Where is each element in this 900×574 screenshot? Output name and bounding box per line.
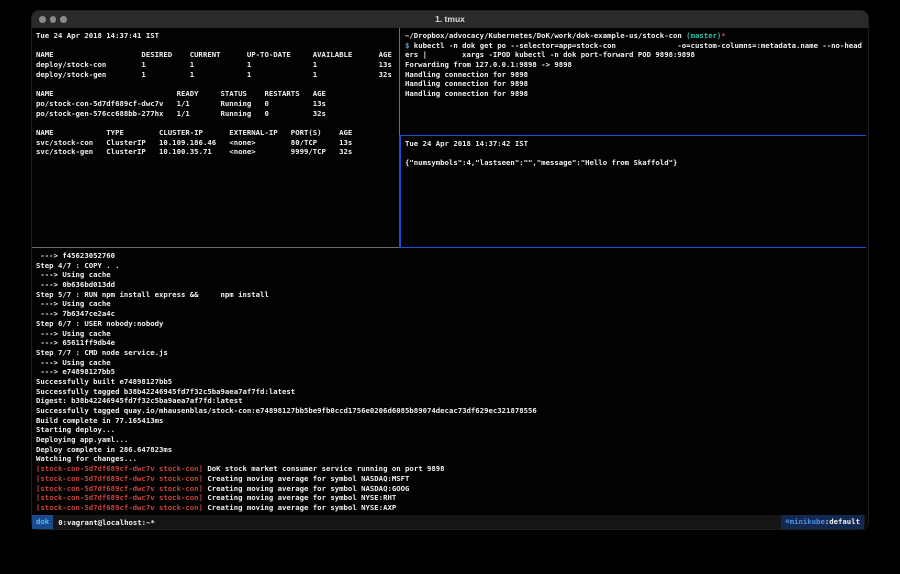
terminal-line: Tue 24 Apr 2018 14:37:42 IST: [405, 139, 866, 149]
pane-port-forward[interactable]: ~/Dropbox/advocacy/Kubernetes/DoK/work/d…: [401, 28, 866, 135]
terminal-window: 1. tmux Tue 24 Apr 2018 14:37:41 IST NAME…: [32, 11, 868, 529]
tmux-session: Tue 24 Apr 2018 14:37:41 IST NAME DESIRED…: [32, 28, 866, 529]
terminal-line: ---> 7b6347ce2a4c: [36, 309, 866, 319]
kube-namespace: :default: [825, 517, 860, 526]
terminal-line: deploy/stock-con 1 1 1 1 13s: [36, 60, 399, 70]
terminal-line: [stock-con-5d7df689cf-dwc7v stock-con] C…: [36, 484, 866, 494]
tmux-window-label[interactable]: 0:vagrant@localhost:~*: [58, 518, 155, 527]
active-pane-divider-vertical[interactable]: [399, 135, 401, 248]
close-window-button[interactable]: [39, 16, 46, 23]
kube-context-name: minikube: [790, 517, 825, 526]
terminal-line: Deploy complete in 286.647823ms: [36, 445, 866, 455]
terminal-line: NAME TYPE CLUSTER-IP EXTERNAL-IP PORT(S)…: [36, 128, 399, 138]
terminal-line: ~/Dropbox/advocacy/Kubernetes/DoK/work/d…: [405, 31, 866, 41]
terminal-line: Step 5/7 : RUN npm install express && np…: [36, 290, 866, 300]
terminal-line: [36, 41, 399, 51]
terminal-line: svc/stock-con ClusterIP 10.109.186.46 <n…: [36, 138, 399, 148]
terminal-line: Handling connection for 9898: [405, 79, 866, 89]
terminal-line: Deploying app.yaml...: [36, 435, 866, 445]
terminal-line: Starting deploy...: [36, 425, 866, 435]
pane-divider-horizontal[interactable]: [32, 247, 399, 248]
terminal-line: Handling connection for 9898: [405, 70, 866, 80]
terminal-line: Handling connection for 9898: [405, 89, 866, 99]
terminal-line: NAME READY STATUS RESTARTS AGE: [36, 89, 399, 99]
terminal-line: ---> Using cache: [36, 299, 866, 309]
terminal-line: [36, 79, 399, 89]
terminal-line: Successfully built e74898127bb5: [36, 377, 866, 387]
pane-skaffold-log[interactable]: ---> f45623052760Step 4/7 : COPY . . ---…: [32, 248, 866, 515]
window-title: 1. tmux: [32, 11, 868, 28]
terminal-line: [36, 118, 399, 128]
terminal-line: ers | xargs -IPOD kubectl -n dok port-fo…: [405, 50, 866, 60]
terminal-line: [stock-con-5d7df689cf-dwc7v stock-con] C…: [36, 474, 866, 484]
pane-curl-output[interactable]: Tue 24 Apr 2018 14:37:42 IST {"numsymbols…: [401, 136, 866, 247]
terminal-line: ---> f45623052760: [36, 251, 866, 261]
terminal-line: ---> Using cache: [36, 270, 866, 280]
terminal-line: ---> 65611ff9db4e: [36, 338, 866, 348]
pane-kubectl-watch[interactable]: Tue 24 Apr 2018 14:37:41 IST NAME DESIRED…: [32, 28, 399, 247]
terminal-line: {"numsymbols":4,"lastseen":"","message":…: [405, 158, 866, 168]
pane-divider-vertical[interactable]: [399, 28, 400, 136]
terminal-line: Watching for changes...: [36, 454, 866, 464]
terminal-line: Step 7/7 : CMD node service.js: [36, 348, 866, 358]
terminal-line: ---> Using cache: [36, 329, 866, 339]
window-controls: [39, 16, 67, 23]
terminal-line: svc/stock-gen ClusterIP 10.100.35.71 <no…: [36, 147, 399, 157]
terminal-line: ---> e74898127bb5: [36, 367, 866, 377]
session-name-badge[interactable]: dok: [32, 515, 53, 529]
minimize-window-button[interactable]: [50, 16, 57, 23]
terminal-line: Step 6/7 : USER nobody:nobody: [36, 319, 866, 329]
terminal-line: $ kubectl -n dok get po --selector=app=s…: [405, 41, 866, 51]
terminal-line: [stock-con-5d7df689cf-dwc7v stock-con] C…: [36, 503, 866, 513]
terminal-line: ---> 0b636bd013dd: [36, 280, 866, 290]
window-titlebar[interactable]: 1. tmux: [32, 11, 868, 28]
terminal-line: Digest: b38b42246945fd7f32c5ba9aea7af7fd…: [36, 396, 866, 406]
terminal-line: [stock-con-5d7df689cf-dwc7v stock-con] C…: [36, 493, 866, 503]
terminal-line: Successfully tagged b38b42246945fd7f32c5…: [36, 387, 866, 397]
active-pane-divider-bottom[interactable]: [399, 247, 866, 248]
terminal-line: NAME DESIRED CURRENT UP-TO-DATE AVAILABL…: [36, 50, 399, 60]
active-pane-divider-top[interactable]: [401, 135, 866, 136]
terminal-line: [405, 149, 866, 159]
zoom-window-button[interactable]: [60, 16, 67, 23]
terminal-line: Build complete in 77.165413ms: [36, 416, 866, 426]
tmux-status-bar: dok 0:vagrant@localhost:~* ☸minikube:def…: [32, 515, 866, 529]
terminal-line: deploy/stock-gen 1 1 1 1 32s: [36, 70, 399, 80]
terminal-line: po/stock-gen-576cc688bb-277hx 1/1 Runnin…: [36, 109, 399, 119]
terminal-line: [stock-con-5d7df689cf-dwc7v stock-con] D…: [36, 464, 866, 474]
terminal-line: po/stock-con-5d7df689cf-dwc7v 1/1 Runnin…: [36, 99, 399, 109]
kube-context-badge: ☸minikube:default: [781, 515, 864, 529]
terminal-line: Step 4/7 : COPY . .: [36, 261, 866, 271]
terminal-line: Tue 24 Apr 2018 14:37:41 IST: [36, 31, 399, 41]
terminal-line: Forwarding from 127.0.0.1:9898 -> 9898: [405, 60, 866, 70]
terminal-line: Successfully tagged quay.io/mhausenblas/…: [36, 406, 866, 416]
terminal-line: ---> Using cache: [36, 358, 866, 368]
